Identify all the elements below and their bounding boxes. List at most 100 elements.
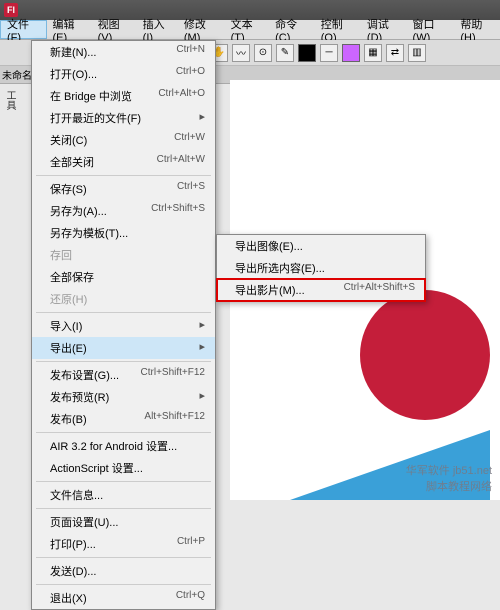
menu-item-label: 退出(X) xyxy=(50,590,87,606)
menu-item-label: 打开(O)... xyxy=(50,66,97,82)
menu-shortcut: Ctrl+Q xyxy=(176,590,205,606)
file-menu-item-4[interactable]: 关闭(C) Ctrl+W xyxy=(32,129,215,151)
grid-icon[interactable]: ▥ xyxy=(408,44,426,62)
menu-item-7[interactable]: 控制(O) xyxy=(315,20,361,39)
file-menu-item-1[interactable]: 打开(O)... Ctrl+O xyxy=(32,63,215,85)
line-icon[interactable]: ─ xyxy=(320,44,338,62)
file-menu-item-12: 还原(H) xyxy=(32,288,215,310)
menu-shortcut: Ctrl+Shift+F12 xyxy=(141,367,205,383)
menu-shortcut: Ctrl+N xyxy=(176,44,205,60)
file-menu-item-31[interactable]: 退出(X) Ctrl+Q xyxy=(32,587,215,609)
file-menu-item-26[interactable]: 页面设置(U)... xyxy=(32,511,215,533)
file-menu-item-11[interactable]: 全部保存 xyxy=(32,266,215,288)
magnet-icon[interactable]: ⊙ xyxy=(254,44,272,62)
pencil-icon[interactable]: ✎ xyxy=(276,44,294,62)
fill-color-swatch[interactable] xyxy=(342,44,360,62)
menu-item-0[interactable]: 文件(F) xyxy=(0,20,47,39)
file-menu-item-8[interactable]: 另存为(A)... Ctrl+Shift+S xyxy=(32,200,215,222)
menu-item-6[interactable]: 命令(C) xyxy=(269,20,315,39)
menu-item-label: 全部保存 xyxy=(50,269,94,285)
file-menu-item-3[interactable]: 打开最近的文件(F)▸ xyxy=(32,107,215,129)
menu-item-label: 导出所选内容(E)... xyxy=(235,260,325,276)
menu-shortcut: Ctrl+P xyxy=(177,536,205,552)
file-menu-item-18[interactable]: 发布预览(R) ▸ xyxy=(32,386,215,408)
file-menu-item-0[interactable]: 新建(N)... Ctrl+N xyxy=(32,41,215,63)
file-menu-dropdown: 新建(N)... Ctrl+N 打开(O)... Ctrl+O 在 Bridge 中浏览… xyxy=(31,40,216,610)
menu-item-3[interactable]: 插入(I) xyxy=(137,20,178,39)
menu-shortcut: Ctrl+Alt+W xyxy=(157,154,205,170)
file-menu-item-2[interactable]: 在 Bridge 中浏览 Ctrl+Alt+O xyxy=(32,85,215,107)
file-menu-item-17[interactable]: 发布设置(G)... Ctrl+Shift+F12 xyxy=(32,364,215,386)
menu-item-label: 全部关闭 xyxy=(50,154,94,170)
submenu-arrow-icon: ▸ xyxy=(199,389,205,405)
menu-separator xyxy=(36,175,211,176)
file-menu-item-9[interactable]: 另存为模板(T)... xyxy=(32,222,215,244)
curve-tool-icon[interactable]: 〰 xyxy=(232,44,250,62)
menu-item-label: 导出(E) xyxy=(50,340,87,356)
swap-icon[interactable]: ⇄ xyxy=(386,44,404,62)
export-submenu-item-1[interactable]: 导出所选内容(E)... xyxy=(217,257,425,279)
menu-item-8[interactable]: 调试(D) xyxy=(361,20,407,39)
menu-item-10[interactable]: 帮助(H) xyxy=(454,20,500,39)
menu-item-label: AIR 3.2 for Android 设置... xyxy=(50,438,177,454)
options-icon[interactable]: ▦ xyxy=(364,44,382,62)
menu-separator xyxy=(36,508,211,509)
menu-item-4[interactable]: 修改(M) xyxy=(178,20,225,39)
export-submenu-item-0[interactable]: 导出图像(E)... xyxy=(217,235,425,257)
menu-shortcut: Ctrl+W xyxy=(174,132,205,148)
menu-item-label: 发布(B) xyxy=(50,411,87,427)
menu-shortcut: Ctrl+Shift+S xyxy=(151,203,205,219)
file-menu-item-21[interactable]: AIR 3.2 for Android 设置... xyxy=(32,435,215,457)
menu-item-label: 在 Bridge 中浏览 xyxy=(50,88,132,104)
menu-item-label: 关闭(C) xyxy=(50,132,87,148)
menu-item-label: 打开最近的文件(F) xyxy=(50,110,141,126)
menu-shortcut: Alt+Shift+F12 xyxy=(144,411,205,427)
menu-item-label: 导入(I) xyxy=(50,318,82,334)
menu-item-label: 发布设置(G)... xyxy=(50,367,119,383)
menu-bar: 文件(F)编辑(E)视图(V)插入(I)修改(M)文本(T)命令(C)控制(O)… xyxy=(0,20,500,40)
tools-panel-label: 工具 xyxy=(2,90,17,110)
menu-item-2[interactable]: 视图(V) xyxy=(92,20,137,39)
menu-separator xyxy=(36,361,211,362)
file-menu-item-29[interactable]: 发送(D)... xyxy=(32,560,215,582)
menu-item-label: 新建(N)... xyxy=(50,44,96,60)
menu-shortcut: Ctrl+Alt+O xyxy=(158,88,205,104)
export-submenu: 导出图像(E)... 导出所选内容(E)... 导出影片(M)... Ctrl+Alt… xyxy=(216,234,426,302)
menu-item-label: 导出影片(M)... xyxy=(235,282,305,298)
submenu-arrow-icon: ▸ xyxy=(199,340,205,356)
menu-item-9[interactable]: 窗口(W) xyxy=(407,20,455,39)
menu-item-label: 另存为模板(T)... xyxy=(50,225,128,241)
file-menu-item-22[interactable]: ActionScript 设置... xyxy=(32,457,215,479)
file-menu-item-7[interactable]: 保存(S)Ctrl+S xyxy=(32,178,215,200)
menu-shortcut: Ctrl+S xyxy=(177,181,205,197)
menu-shortcut: Ctrl+Alt+Shift+S xyxy=(344,282,415,298)
export-submenu-item-2[interactable]: 导出影片(M)... Ctrl+Alt+Shift+S xyxy=(217,279,425,301)
file-menu-item-15[interactable]: 导出(E) ▸ xyxy=(32,337,215,359)
menu-separator xyxy=(36,432,211,433)
menu-item-label: 打印(P)... xyxy=(50,536,96,552)
file-menu-item-19[interactable]: 发布(B) Alt+Shift+F12 xyxy=(32,408,215,430)
menu-item-1[interactable]: 编辑(E) xyxy=(47,20,92,39)
menu-shortcut: Ctrl+O xyxy=(176,66,205,82)
menu-item-label: 文件信息... xyxy=(50,487,103,503)
menu-item-label: 还原(H) xyxy=(50,291,87,307)
menu-separator xyxy=(36,557,211,558)
menu-item-label: 存回 xyxy=(50,247,72,263)
menu-item-label: ActionScript 设置... xyxy=(50,460,143,476)
file-menu-item-14[interactable]: 导入(I) ▸ xyxy=(32,315,215,337)
file-menu-item-24[interactable]: 文件信息... xyxy=(32,484,215,506)
file-menu-item-5[interactable]: 全部关闭 Ctrl+Alt+W xyxy=(32,151,215,173)
menu-item-label: 发送(D)... xyxy=(50,563,96,579)
menu-separator xyxy=(36,584,211,585)
menu-item-label: 发布预览(R) xyxy=(50,389,109,405)
red-circle-shape[interactable] xyxy=(360,290,490,420)
stroke-color-swatch[interactable] xyxy=(298,44,316,62)
menu-separator xyxy=(36,312,211,313)
menu-item-label: 页面设置(U)... xyxy=(50,514,118,530)
file-menu-item-27[interactable]: 打印(P)... Ctrl+P xyxy=(32,533,215,555)
menu-item-label: 另存为(A)... xyxy=(50,203,107,219)
watermark: 华军软件 jb51.net 脚本教程网络 xyxy=(406,462,492,494)
menu-item-5[interactable]: 文本(T) xyxy=(225,20,270,39)
menu-item-label: 导出图像(E)... xyxy=(235,238,303,254)
submenu-arrow-icon: ▸ xyxy=(199,318,205,334)
